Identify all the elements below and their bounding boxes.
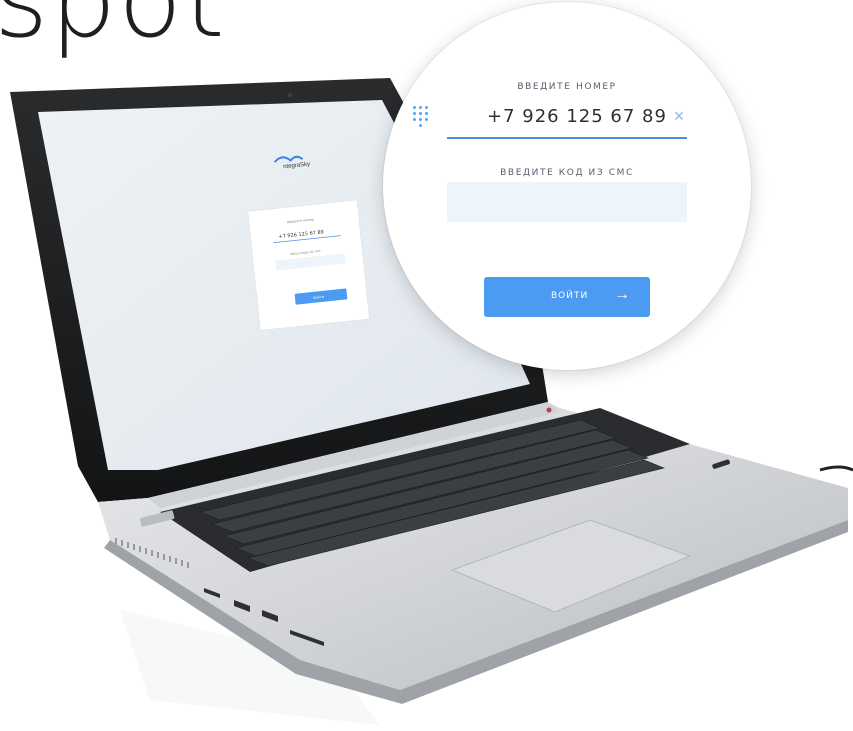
login-button[interactable]: ВОЙТИ → (484, 277, 650, 317)
brand-name: ntegraSky (283, 161, 310, 170)
keypad-icon (413, 106, 431, 130)
clear-icon[interactable]: × (671, 107, 687, 125)
arrow-right-icon: → (614, 286, 630, 303)
phone-input[interactable]: +7 926 125 67 89 (487, 106, 667, 127)
brand-logo-icon (273, 155, 304, 163)
magnifier-zoom: ВВЕДИТЕ НОМЕР +7 926 125 67 89 × ВВЕДИТЕ… (383, 2, 751, 370)
phone-underline (447, 137, 687, 139)
login-button-label: ВОЙТИ (551, 291, 589, 301)
sms-code-field[interactable] (447, 182, 687, 222)
phone-label: ВВЕДИТЕ НОМЕР (517, 82, 617, 92)
sms-label: ВВЕДИТЕ КОД ИЗ СМС (500, 168, 634, 178)
